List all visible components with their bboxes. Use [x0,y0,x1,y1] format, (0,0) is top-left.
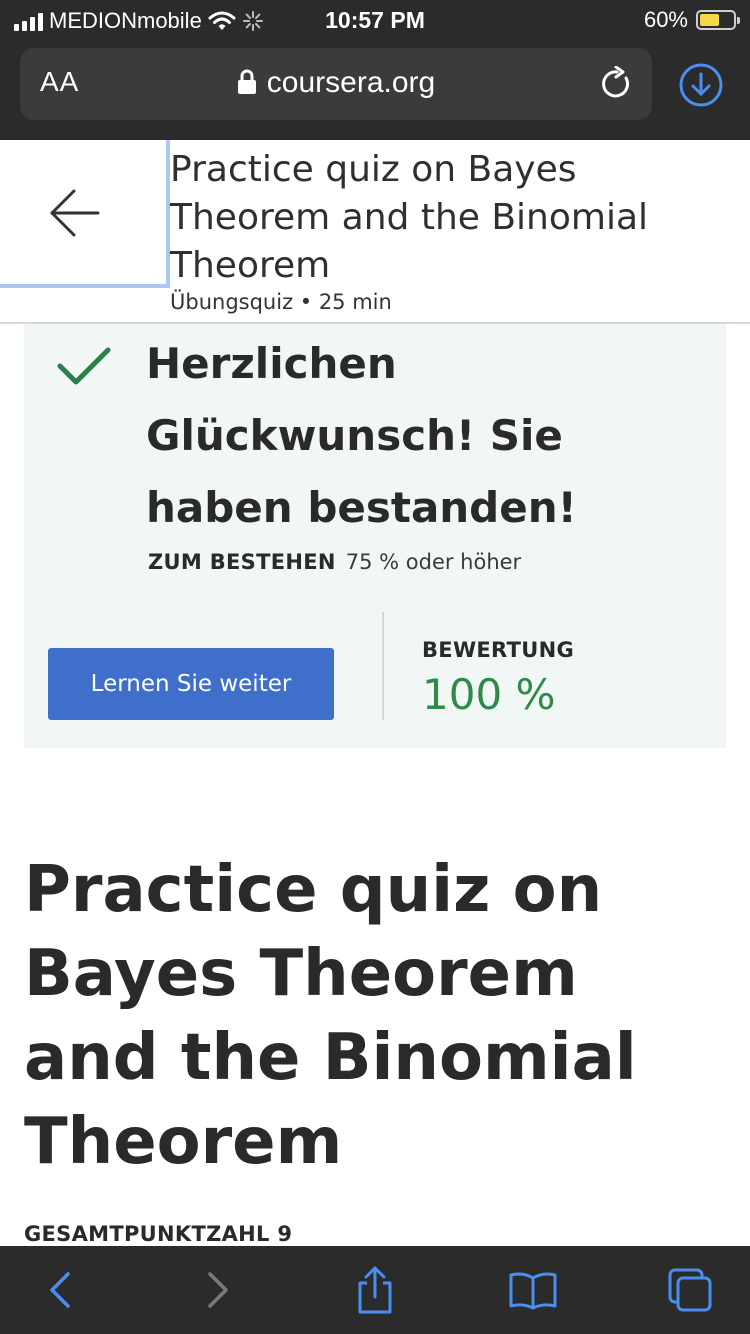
lock-icon [237,69,256,94]
page-title: Practice quiz on Bayes Theorem and the B… [24,853,637,1179]
status-bar: MEDIONmobile 10:57 PM 60% [0,0,750,42]
checkmark-icon [57,347,111,385]
forward-icon[interactable] [190,1264,246,1316]
grade-label: BEWERTUNG [422,638,574,662]
bookmarks-icon[interactable] [505,1264,561,1316]
header-title: Practice quiz on Bayes Theorem and the B… [170,149,649,286]
url-text: coursera.org [266,66,436,99]
continue-learning-button[interactable]: Lernen Sie weiter [48,648,334,720]
back-arrow-icon [50,189,100,237]
battery-icon [696,10,740,30]
battery-fill [700,14,720,26]
passing-requirement: ZUM BESTEHEN 75 % oder höher [148,550,521,574]
total-points: GESAMTPUNKTZAHL 9 [24,1222,293,1246]
divider [382,612,384,720]
result-heading: Herzlichen Glückwunsch! Sie haben bestan… [146,339,577,532]
download-icon[interactable] [678,62,724,108]
reload-icon[interactable] [600,66,634,102]
browser-toolbar [0,1246,750,1334]
browser-chrome: MEDIONmobile 10:57 PM 60% AA coursera.or… [0,0,750,140]
url-display[interactable]: coursera.org [20,66,652,100]
passing-value: 75 % oder höher [345,550,522,574]
grade-value: 100 % [422,670,556,719]
status-time: 10:57 PM [325,7,425,33]
back-button[interactable] [0,140,170,288]
back-icon[interactable] [32,1264,88,1316]
tabs-icon[interactable] [662,1264,718,1316]
status-right: 60% [643,7,740,33]
quiz-header: Practice quiz on Bayes Theorem and the B… [0,140,750,324]
header-meta: Übungsquiz • 25 min [170,290,392,314]
share-icon[interactable] [347,1264,403,1316]
result-banner: Herzlichen Glückwunsch! Sie haben bestan… [24,324,726,748]
passing-label: ZUM BESTEHEN [148,550,336,574]
address-bar[interactable]: AA coursera.org [20,48,652,120]
battery-percent: 60% [643,7,688,32]
